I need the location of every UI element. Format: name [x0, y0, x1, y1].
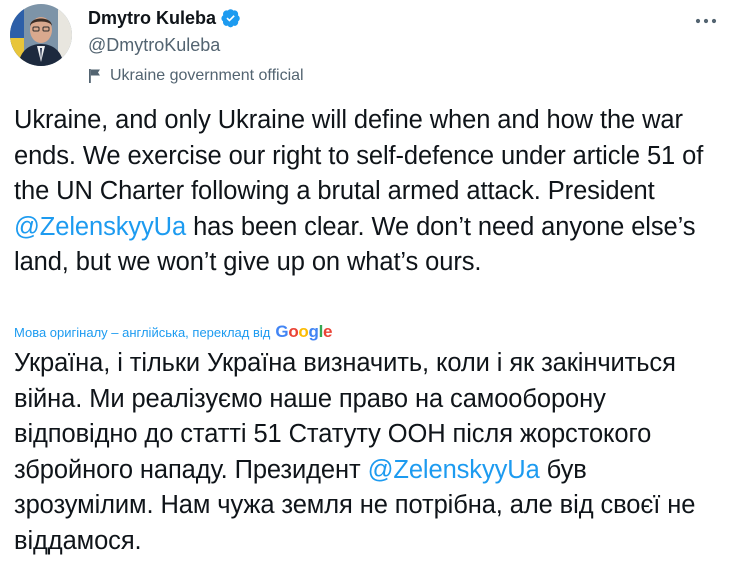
google-logo-letter: e: [323, 322, 333, 341]
verified-badge-icon: [221, 9, 240, 28]
more-horizontal-icon: [695, 18, 717, 24]
translated-tweet-text: Україна, і тільки Україна визначить, кол…: [14, 346, 724, 559]
author-handle[interactable]: @DmytroKuleba: [88, 35, 671, 56]
tweet-text-part: Ukraine, and only Ukraine will define wh…: [14, 106, 704, 205]
flag-icon: [89, 69, 100, 83]
affiliation-label: Ukraine government official: [88, 67, 671, 85]
tweet-header: Dmytro Kuleba @DmytroKuleba Ukraine gove…: [88, 6, 671, 85]
translation-note-text: Мова оригіналу – англійська, переклад ві…: [14, 324, 271, 340]
mention-link[interactable]: @ZelenskyyUa: [14, 213, 186, 241]
google-logo-letter: G: [275, 322, 289, 341]
google-logo-letter: o: [298, 322, 309, 341]
tweet-text: Ukraine, and only Ukraine will define wh…: [14, 103, 724, 281]
author-display-name[interactable]: Dmytro Kuleba: [88, 8, 216, 29]
name-row: Dmytro Kuleba: [88, 6, 671, 30]
google-logo: Google: [275, 322, 332, 342]
avatar-image: [10, 4, 72, 66]
avatar[interactable]: [10, 4, 72, 66]
translation-attribution[interactable]: Мова оригіналу – англійська, переклад ві…: [14, 322, 332, 342]
google-logo-letter: o: [288, 322, 299, 341]
translated-mention-link[interactable]: @ZelenskyyUa: [368, 456, 540, 484]
google-logo-letter: g: [308, 322, 319, 341]
more-options-button[interactable]: [691, 6, 721, 36]
affiliation-text: Ukraine government official: [110, 67, 304, 84]
